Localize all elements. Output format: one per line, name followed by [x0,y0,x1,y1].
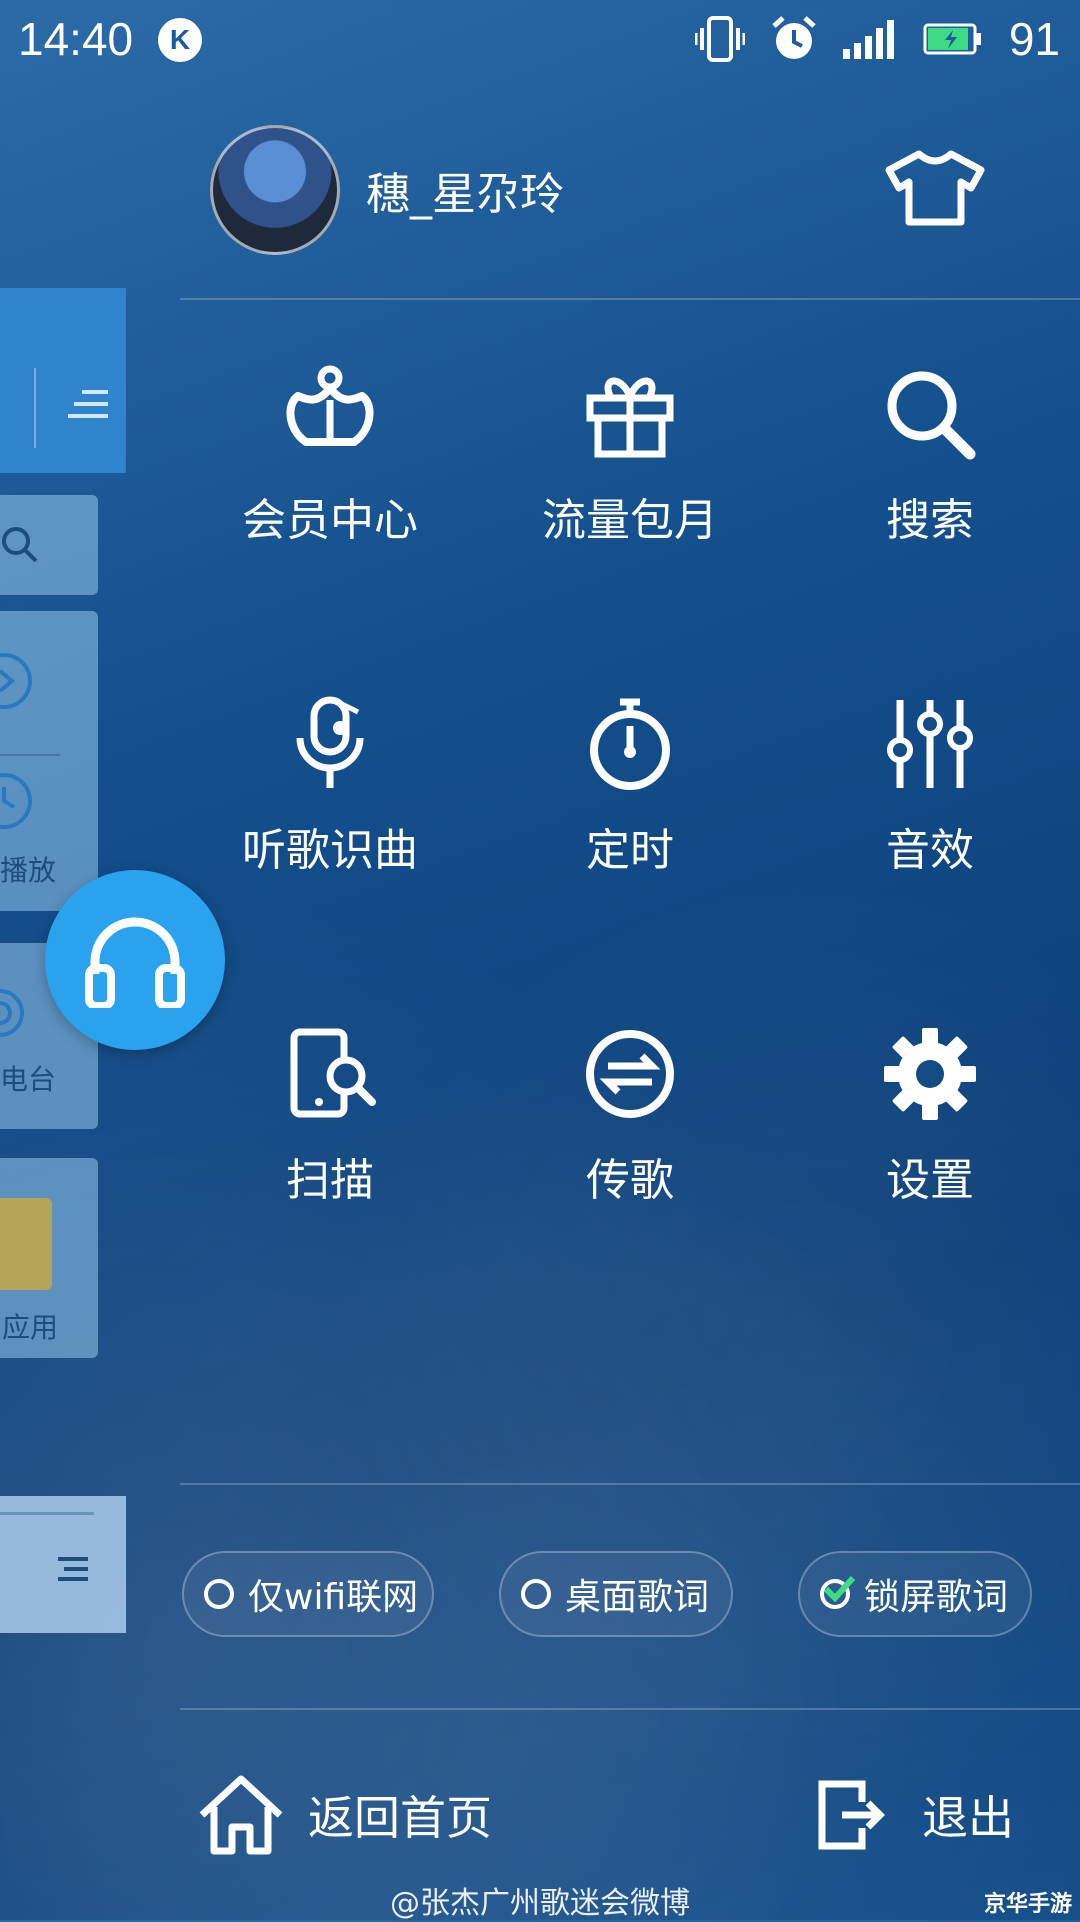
grid-label: 扫描 [286,1155,374,1206]
toggle-label: 仅wifi联网 [248,1577,419,1618]
corner-watermark: 京华手游 [983,1892,1072,1917]
background-app-header [0,288,126,473]
gear-icon [884,1028,976,1120]
alarm-icon [772,16,816,59]
user-name[interactable]: 穗_星尕玲 [366,158,564,222]
exit-button[interactable]: 退出 [816,1770,1014,1860]
toggle-label: 锁屏歌词 [864,1577,1009,1618]
status-icons: 91 [694,12,1060,66]
search-icon [887,371,976,460]
song-recognition-button[interactable]: 听歌识曲 [180,694,480,924]
back-home-button[interactable]: 返回首页 [198,1770,492,1860]
transfer-icon [586,1030,674,1118]
divider [180,298,1080,300]
divider [180,1708,1080,1710]
search-button[interactable]: 搜索 [780,364,1080,594]
background-label-radio: 电台 [0,1063,57,1096]
timer-icon [590,698,670,790]
watermark: @张杰广州歌迷会微博 [390,1886,690,1921]
status-bar: 14:40 K 91 [0,0,1080,78]
radio-icon [0,989,24,1037]
battery-charging-icon [923,23,981,55]
mic-note-icon [296,696,364,788]
exit-label: 退出 [922,1791,1014,1845]
timer-button[interactable]: 定时 [480,694,780,924]
background-search-card[interactable] [0,495,98,595]
tshirt-icon [885,150,985,226]
background-label-play: 播放 [0,854,57,887]
vip-center-button[interactable]: 会员中心 [180,364,480,594]
signal-icon [842,20,894,59]
lockscreen-lyrics-toggle[interactable]: 锁屏歌词 [798,1551,1032,1637]
data-plan-button[interactable]: 流量包月 [480,364,780,594]
status-time: 14:40 [18,13,134,65]
check-icon [823,1575,856,1603]
gift-icon [586,377,674,458]
vibrate-icon [694,16,745,62]
radio-unchecked-icon [204,1579,234,1609]
gift-app-icon [0,1198,52,1290]
radio-unchecked-icon [521,1579,551,1609]
grid-label: 传歌 [586,1155,674,1206]
background-apps-card[interactable]: 品应用 [0,1158,98,1358]
crown-icon [286,365,374,446]
exit-icon [818,1780,885,1850]
equalizer-icon [887,700,973,788]
search-icon [2,527,38,563]
settings-button[interactable]: 设置 [780,1024,1080,1254]
desktop-lyrics-toggle[interactable]: 桌面歌词 [499,1551,733,1637]
divider [34,368,36,448]
play-circle-icon [0,653,32,709]
wifi-only-toggle[interactable]: 仅wifi联网 [182,1551,434,1637]
grid-label: 音效 [886,825,974,876]
headphone-icon [85,917,185,1008]
grid-label: 定时 [586,825,674,876]
battery-percent: 91 [1008,13,1060,65]
divider [180,1483,1080,1485]
transfer-song-button[interactable]: 传歌 [480,1024,780,1254]
background-play-card[interactable]: 播放 [0,611,98,911]
back-home-label: 返回首页 [308,1791,492,1845]
menu-icon[interactable] [68,388,108,420]
avatar[interactable] [210,125,340,255]
grid-label: 搜索 [886,495,974,546]
radio-checked-icon [820,1575,856,1609]
app-badge-icon: K [158,18,202,62]
grid-label: 会员中心 [242,495,418,546]
grid-label: 流量包月 [542,495,718,546]
scan-icon [290,1028,376,1118]
background-player-bar[interactable] [0,1496,126,1633]
toggle-label: 桌面歌词 [565,1577,710,1618]
home-icon [199,1775,283,1855]
background-label-apps: 品应用 [0,1311,59,1344]
skin-button[interactable] [885,150,985,226]
grid-label: 听歌识曲 [242,825,418,876]
sound-effect-button[interactable]: 音效 [780,694,1080,924]
playlist-icon[interactable] [58,1556,88,1582]
grid-label: 设置 [886,1155,974,1206]
scan-button[interactable]: 扫描 [180,1024,480,1254]
history-icon [0,773,32,829]
